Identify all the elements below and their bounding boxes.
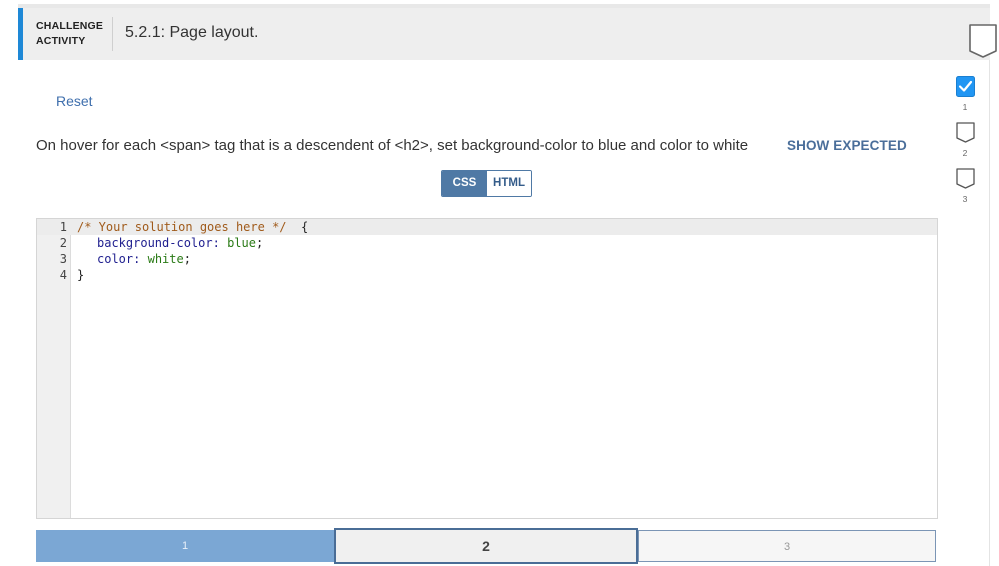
level-check-number: 1: [962, 102, 968, 112]
code-editor[interactable]: 1 /* Your solution goes here */ { 2 back…: [36, 218, 938, 519]
activity-title: 5.2.1: Page layout.: [125, 24, 259, 41]
level-segment-2[interactable]: 2: [334, 528, 638, 564]
line-number: 3: [59, 252, 67, 266]
code-semicolon: ;: [183, 252, 191, 266]
level-check-1[interactable]: 1: [955, 76, 977, 122]
line-number: 4: [59, 268, 67, 282]
css-property: background-color:: [97, 236, 220, 250]
code-comment: /* Your solution goes here */: [77, 220, 287, 234]
unchecked-box-icon: [956, 122, 975, 143]
checked-box-icon: [956, 76, 975, 97]
css-property: color:: [97, 252, 141, 266]
level-progress-bar: 1 3 2: [36, 528, 936, 564]
unchecked-box-icon: [956, 168, 975, 189]
code-text: }: [77, 268, 85, 282]
line-number: 2: [59, 236, 67, 250]
code-line[interactable]: 3 color: white;: [37, 251, 937, 267]
activity-header: CHALLENGE ACTIVITY 5.2.1: Page layout.: [18, 8, 990, 60]
activity-type-line1: CHALLENGE: [36, 20, 104, 32]
completion-shield-icon: [969, 24, 997, 58]
level-check-3[interactable]: 3: [955, 168, 977, 214]
code-text: color: white;: [97, 251, 191, 267]
level-check-number: 3: [962, 194, 968, 204]
code-line[interactable]: 1 /* Your solution goes here */ {: [37, 219, 937, 235]
code-line[interactable]: 4 }: [37, 267, 937, 283]
code-line[interactable]: 2 background-color: blue;: [37, 235, 937, 251]
level-segment-1[interactable]: 1: [36, 530, 334, 562]
css-value: blue: [227, 236, 256, 250]
show-expected-button[interactable]: SHOW EXPECTED: [787, 138, 907, 153]
level-check-number: 2: [962, 148, 968, 158]
code-semicolon: ;: [255, 236, 264, 250]
reset-button[interactable]: Reset: [56, 93, 93, 109]
code-brace: {: [286, 220, 309, 234]
tab-html[interactable]: HTML: [487, 171, 531, 196]
tab-css[interactable]: CSS: [442, 171, 487, 196]
activity-type-label: CHALLENGE ACTIVITY: [36, 19, 103, 49]
level-check-2[interactable]: 2: [955, 122, 977, 168]
header-divider: [112, 17, 113, 51]
language-tabs: CSS HTML: [441, 170, 532, 197]
css-value: white: [147, 252, 184, 266]
level-segment-3[interactable]: 3: [638, 530, 936, 562]
line-number: 1: [59, 220, 67, 234]
code-text: background-color: blue;: [97, 235, 263, 251]
instructions-text: On hover for each <span> tag that is a d…: [36, 137, 749, 154]
activity-type-line2: ACTIVITY: [36, 35, 86, 47]
code-text: /* Your solution goes here */ {: [77, 219, 308, 235]
